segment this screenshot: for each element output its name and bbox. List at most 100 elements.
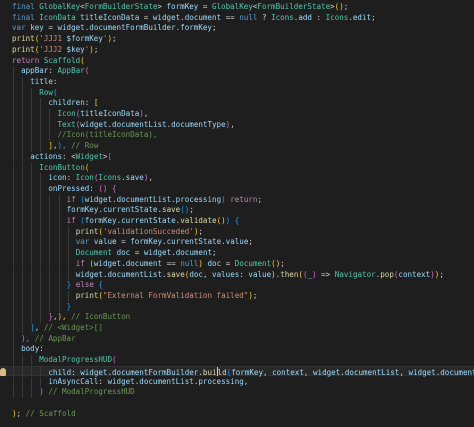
code-token: = — [198, 2, 212, 11]
code-line[interactable]: formKey.currentState.save(); — [0, 205, 474, 216]
code-line[interactable]: final IconData titleIconData = widget.do… — [0, 13, 474, 24]
code-text: actions: <Widget>[ — [30, 152, 112, 163]
code-line[interactable]: } — [0, 301, 474, 313]
code-line[interactable]: Row( — [0, 87, 474, 99]
indent-guide — [13, 162, 14, 174]
code-token: () — [180, 205, 190, 215]
code-token: () — [334, 2, 344, 11]
indent-guide — [22, 98, 24, 109]
indent-guide — [40, 205, 42, 216]
indent-guide — [22, 269, 24, 281]
code-line[interactable]: ],), // Row — [0, 141, 474, 152]
code-token: "External FormValidation failed" — [102, 290, 249, 300]
code-line[interactable]: final GlobalKey<FormBuilderState> formKe… — [0, 2, 474, 13]
indent-guide — [13, 216, 14, 227]
indent-guide — [22, 290, 24, 302]
indent-guide — [40, 237, 42, 249]
code-token: { — [234, 216, 240, 225]
code-line[interactable]: title: — [0, 76, 474, 88]
code-token: , — [34, 323, 44, 332]
code-token: Icons — [325, 12, 349, 22]
code-token: } — [66, 301, 72, 311]
code-line[interactable]: print("External FormValidation failed"); — [0, 290, 474, 302]
code-line[interactable] — [0, 398, 474, 409]
code-line[interactable]: if (formKey.currentState.validate()) { — [0, 216, 474, 227]
code-line[interactable]: body: — [0, 344, 474, 356]
indent-guide — [58, 205, 60, 216]
indent-guide — [40, 290, 42, 302]
code-token: children — [48, 98, 85, 108]
indent-guide — [13, 323, 14, 334]
code-line[interactable]: //Icon(titleIconData), — [0, 130, 474, 142]
code-line[interactable]: onPressed: () { — [0, 183, 474, 195]
code-line[interactable]: appBar: AppBar( — [0, 66, 474, 77]
code-token: formKey — [66, 205, 99, 215]
code-line[interactable]: },), // IconButton — [0, 312, 474, 323]
code-token: final — [12, 2, 35, 11]
code-token: widget — [152, 12, 181, 22]
code-line[interactable]: ModalProgressHUD( — [0, 355, 474, 366]
code-text: formKey.currentState.save(); — [67, 205, 194, 216]
code-line[interactable]: actions: <Widget>[ — [0, 151, 474, 163]
code-line[interactable]: children: [ — [0, 98, 474, 109]
code-token: ; — [111, 34, 117, 44]
code-line[interactable]: return Scaffold( — [0, 56, 474, 67]
code-line[interactable]: ], // <Widget>[] — [0, 323, 474, 334]
code-line[interactable]: var key = widget.documentFormBuilder.for… — [0, 23, 474, 34]
code-line[interactable]: IconButton( — [0, 162, 474, 174]
code-line[interactable]: print('JJJ1 $formKey'); — [0, 34, 474, 45]
code-line[interactable]: ), // AppBar — [0, 333, 474, 345]
code-line[interactable]: inAsyncCall: widget.documentList.process… — [0, 376, 474, 388]
code-token: Navigator — [334, 269, 376, 279]
code-token: , — [263, 367, 273, 377]
code-line[interactable]: if (widget.document == null) doc = Docum… — [0, 258, 474, 270]
code-token: else — [75, 280, 94, 290]
code-text: print('validationSucceded'); — [76, 227, 203, 238]
code-token: 'JJJ2 — [39, 44, 67, 54]
code-editor[interactable]: final GlobalKey<FormBuilderState> formKe… — [0, 0, 474, 427]
indent-guide — [13, 376, 14, 388]
indent-guide — [67, 258, 69, 270]
code-token: ; — [248, 237, 253, 247]
code-line[interactable]: child: widget.documentFormBuilder.build(… — [0, 365, 474, 377]
indent-guide — [40, 183, 42, 195]
code-line[interactable]: Icon(titleIconData), — [0, 109, 474, 120]
indent-guide — [49, 119, 51, 131]
code-token: doc — [116, 248, 131, 258]
code-line[interactable]: var value = formKey.currentState.value; — [0, 237, 474, 249]
code-token: formKey — [130, 237, 163, 247]
code-line[interactable]: widget.documentList.save(doc, values: va… — [0, 269, 474, 281]
code-text: } — [67, 302, 72, 313]
code-token: null — [239, 12, 258, 22]
indent-guide — [58, 290, 60, 302]
indent-guide — [40, 248, 42, 259]
indent-guide — [31, 312, 33, 323]
code-line[interactable]: ) // ModalProgressHUD — [0, 387, 474, 398]
code-token: = — [221, 258, 235, 268]
code-token: ; — [280, 258, 285, 268]
code-line[interactable]: Document doc = widget.document; — [0, 248, 474, 259]
code-line[interactable]: } else { — [0, 280, 474, 291]
code-line[interactable]: print('validationSucceded'); — [0, 226, 474, 238]
indent-guide — [31, 387, 33, 398]
code-token: ), — [21, 333, 31, 343]
code-token: if — [66, 194, 76, 204]
code-token: bui — [202, 367, 217, 377]
code-token: final — [12, 12, 35, 22]
indent-guide — [31, 194, 33, 206]
code-token: //Icon(titleIconData), — [57, 130, 158, 140]
indent-guide — [40, 216, 42, 227]
code-line[interactable]: Text(widget.documentList.documentType), — [0, 119, 474, 131]
code-line[interactable]: ); // Scaffold — [0, 409, 474, 420]
indent-guide — [13, 237, 14, 249]
lightbulb-icon[interactable] — [0, 367, 6, 376]
code-text: IconButton( — [39, 163, 89, 174]
code-token: widget — [84, 194, 113, 204]
indent-guide — [40, 141, 42, 152]
code-token: : — [71, 367, 81, 377]
code-token: ), — [57, 141, 67, 151]
code-line[interactable]: if (widget.documentList.processing) retu… — [0, 194, 474, 206]
code-line[interactable]: print('JJJ2 $key'); — [0, 45, 474, 56]
indent-guide — [13, 76, 14, 88]
code-line[interactable]: icon: Icon(Icons.save), — [0, 173, 474, 184]
